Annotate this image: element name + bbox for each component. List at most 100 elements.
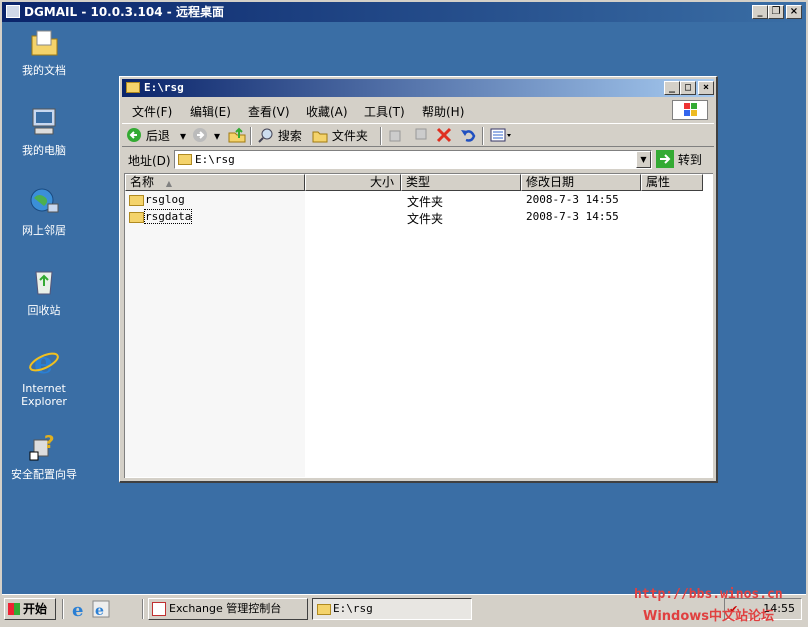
forward-dropdown-icon[interactable]: ▾ (214, 127, 220, 145)
column-type-label: 类型 (406, 175, 431, 189)
menu-help[interactable]: 帮助(H) (422, 103, 464, 120)
desktop-icon-my-computer[interactable]: 我的电脑 (4, 106, 84, 158)
desktop-icon-my-documents[interactable]: 我的文档 (4, 26, 84, 78)
explorer-titlebar[interactable]: E:\rsg _ □ × (122, 79, 714, 97)
item-date: 2008-7-3 14:55 (526, 210, 619, 223)
move-to-button[interactable] (388, 127, 404, 145)
views-icon (490, 128, 511, 142)
column-header-type[interactable]: 类型 (401, 174, 521, 191)
task-exchange-console[interactable]: Exchange 管理控制台 (148, 598, 308, 620)
task-explorer[interactable]: E:\rsg (312, 598, 472, 620)
back-label: 后退 (145, 129, 170, 143)
folders-icon (312, 131, 328, 143)
svg-text:e: e (95, 603, 104, 618)
column-header-name[interactable]: 名称 ▲ (125, 174, 305, 191)
search-button[interactable]: 搜索 (258, 127, 302, 145)
desktop-icon-internet-explorer[interactable]: e Internet Explorer (4, 346, 84, 408)
search-label: 搜索 (277, 129, 302, 143)
remote-desktop-window: DGMAIL - 10.0.3.104 - 远程桌面 _ ❐ × 我的文档 我的… (0, 0, 808, 627)
menu-view[interactable]: 查看(V) (248, 103, 290, 120)
search-icon (258, 128, 273, 143)
item-type: 文件夹 (407, 195, 444, 209)
go-arrow-icon (656, 150, 674, 168)
address-input[interactable]: E:\rsg (174, 150, 652, 169)
desktop-icon-label: 网上邻居 (22, 224, 66, 237)
folder-icon (129, 195, 144, 206)
file-list[interactable]: 名称 ▲ 大小 类型 修改日期 属性 rsglog 文件夹 2008-7-3 1… (124, 173, 713, 478)
copy-to-button[interactable] (412, 127, 428, 145)
column-header-date[interactable]: 修改日期 (521, 174, 641, 191)
explorer-maximize-button[interactable]: □ (680, 81, 696, 95)
forward-button[interactable] (192, 127, 208, 145)
column-date-label: 修改日期 (526, 175, 575, 189)
list-item[interactable]: rsgdata 文件夹 2008-7-3 14:55 (125, 209, 713, 226)
folders-button[interactable]: 文件夹 (312, 127, 368, 145)
list-item[interactable]: rsglog 文件夹 2008-7-3 14:55 (125, 192, 713, 209)
back-arrow-icon (127, 128, 141, 142)
column-header-size[interactable]: 大小 (305, 174, 401, 191)
toolbar: 后退 ▾ ▾ 搜索 文件夹 (122, 123, 714, 147)
exchange-icon (152, 602, 166, 616)
column-attributes-label: 属性 (646, 175, 671, 189)
menu-bar: 文件(F) 编辑(E) 查看(V) 收藏(A) 工具(T) 帮助(H) (122, 99, 714, 121)
menu-file[interactable]: 文件(F) (132, 103, 172, 120)
restore-button[interactable]: ❐ (768, 5, 784, 19)
svg-text:?: ? (44, 432, 54, 453)
address-bar: 地址(D) E:\rsg ▼ 转到 (122, 148, 714, 172)
item-name: rsglog (145, 193, 185, 206)
rdp-titlebar[interactable]: DGMAIL - 10.0.3.104 - 远程桌面 _ ❐ × (2, 2, 806, 22)
svg-text:e: e (34, 346, 53, 378)
minimize-button[interactable]: _ (752, 5, 768, 19)
address-label: 地址(D) (128, 154, 171, 168)
menu-edit[interactable]: 编辑(E) (190, 103, 231, 120)
explorer-close-button[interactable]: × (698, 81, 714, 95)
desktop-icon-network[interactable]: 网上邻居 (4, 186, 84, 238)
quicklaunch-ie-icon[interactable]: e (70, 600, 88, 621)
go-button[interactable]: 转到 (656, 150, 712, 170)
desktop-icon-recycle-bin[interactable]: 回收站 (4, 266, 84, 318)
folder-icon (317, 604, 331, 615)
toolbar-separator (250, 127, 252, 145)
rdp-title: DGMAIL - 10.0.3.104 - 远程桌面 (24, 5, 224, 19)
menu-favorites[interactable]: 收藏(A) (306, 103, 348, 120)
windows-flag-icon (8, 603, 20, 615)
task-label: E:\rsg (333, 602, 373, 615)
desktop-icon-label: 安全配置向导 (11, 468, 77, 481)
quicklaunch-ie-shortcut-icon[interactable]: e (92, 600, 110, 621)
item-date: 2008-7-3 14:55 (526, 193, 619, 206)
column-header-attributes[interactable]: 属性 (641, 174, 703, 191)
undo-icon (461, 130, 476, 142)
desktop-icon-security-wizard[interactable]: ? 安全配置向导 (4, 430, 84, 482)
menu-tools[interactable]: 工具(T) (364, 103, 405, 120)
delete-button[interactable] (436, 127, 452, 145)
my-documents-icon (28, 26, 60, 58)
up-folder-button[interactable] (228, 127, 246, 145)
recycle-bin-icon (28, 266, 60, 298)
close-button[interactable]: × (786, 5, 802, 19)
list-header: 名称 ▲ 大小 类型 修改日期 属性 (125, 174, 713, 191)
desktop-icon-label: 我的电脑 (22, 144, 66, 157)
svg-text:e: e (72, 600, 83, 618)
windows-logo-icon (672, 100, 708, 120)
my-computer-icon (28, 106, 60, 138)
go-label: 转到 (677, 153, 702, 167)
explorer-minimize-button[interactable]: _ (664, 81, 680, 95)
explorer-window: E:\rsg _ □ × 文件(F) 编辑(E) 查看(V) 收藏(A) 工具(… (119, 76, 718, 483)
column-size-label: 大小 (369, 175, 394, 189)
up-folder-icon (228, 127, 246, 143)
security-wizard-icon: ? (28, 430, 60, 462)
item-name: rsgdata (143, 209, 193, 224)
remote-desktop-icon (6, 5, 20, 18)
desktop-icon-label: Internet Explorer (21, 382, 67, 408)
start-button[interactable]: 开始 (4, 598, 56, 620)
back-dropdown-icon[interactable]: ▾ (180, 127, 186, 145)
back-button[interactable]: 后退 (126, 127, 176, 145)
undo-button[interactable] (460, 127, 476, 145)
address-dropdown-button[interactable]: ▼ (636, 151, 651, 168)
views-button[interactable] (490, 127, 512, 145)
delete-icon (436, 127, 452, 143)
internet-explorer-icon: e (28, 346, 60, 381)
taskbar-separator (142, 599, 144, 619)
sort-ascending-icon: ▲ (165, 179, 172, 188)
network-places-icon (28, 186, 60, 218)
